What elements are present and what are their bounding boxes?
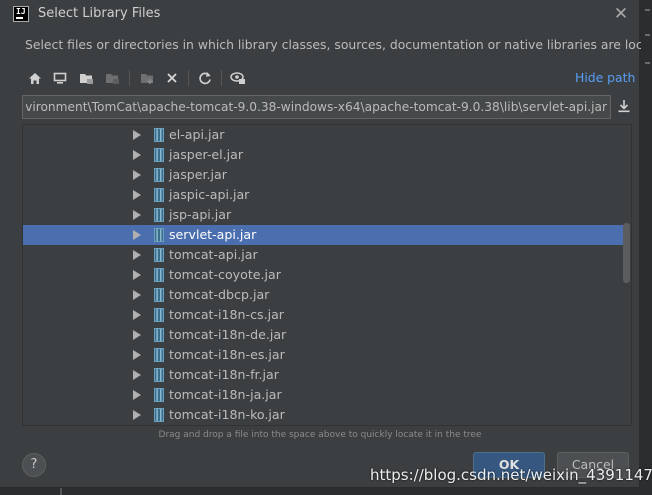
expand-arrow-icon[interactable]	[133, 130, 141, 140]
jar-file-icon	[154, 148, 164, 162]
tree-row-label: tomcat-i18n-ko.jar	[169, 407, 285, 422]
refresh-icon[interactable]	[195, 68, 215, 88]
expand-arrow-icon[interactable]	[133, 290, 141, 300]
expand-arrow-icon[interactable]	[133, 410, 141, 420]
dialog-title: Select Library Files	[38, 6, 161, 21]
tree-row[interactable]: tomcat-coyote.jar	[23, 265, 623, 285]
module-folder-icon[interactable]	[102, 68, 122, 88]
background-window-bottom	[0, 488, 652, 495]
jar-file-icon	[154, 348, 164, 362]
tree-row[interactable]: servlet-api.jar	[23, 225, 623, 245]
desktop-icon[interactable]	[50, 68, 70, 88]
tree-row[interactable]: tomcat-i18n-ja.jar	[23, 385, 623, 405]
select-library-files-dialog: IJ Select Library Files ✕ Select files o…	[0, 0, 652, 488]
toolbar-separator	[221, 70, 222, 86]
expand-arrow-icon[interactable]	[133, 150, 141, 160]
tree-row[interactable]: jaspic-api.jar	[23, 185, 623, 205]
home-icon[interactable]	[25, 68, 45, 88]
expand-arrow-icon[interactable]	[133, 330, 141, 340]
tree-row[interactable]: tomcat-i18n-de.jar	[23, 325, 623, 345]
tree-row-label: jsp-api.jar	[169, 207, 232, 222]
file-tree[interactable]: tomcat-i18n-ko.jar tomcat-i18n-ja.jar tomc…	[22, 124, 632, 426]
expand-arrow-icon[interactable]	[133, 310, 141, 320]
tree-row[interactable]: tomcat-dbcp.jar	[23, 285, 623, 305]
expand-arrow-icon[interactable]	[133, 190, 141, 200]
tree-row-label: tomcat-i18n-de.jar	[169, 327, 287, 342]
jar-file-icon	[154, 388, 164, 402]
jar-file-icon	[154, 408, 164, 422]
jar-file-icon	[154, 188, 164, 202]
tree-row-label: tomcat-i18n-ja.jar	[169, 387, 282, 402]
tree-row-label: tomcat-i18n-fr.jar	[169, 367, 279, 382]
tree-row-label: tomcat-i18n-es.jar	[169, 347, 285, 362]
jar-file-icon	[154, 248, 164, 262]
tree-row[interactable]: tomcat-i18n-fr.jar	[23, 365, 623, 385]
tree-row-label: jaspic-api.jar	[169, 187, 250, 202]
expand-arrow-icon[interactable]	[133, 210, 141, 220]
tree-row-label: tomcat-dbcp.jar	[169, 287, 270, 302]
intellij-app-icon: IJ	[13, 6, 29, 22]
jar-file-icon	[154, 128, 164, 142]
tree-row-label: tomcat-i18n-cs.jar	[169, 307, 284, 322]
project-folder-icon[interactable]	[76, 68, 96, 88]
expand-arrow-icon[interactable]	[133, 350, 141, 360]
jar-file-icon	[154, 328, 164, 342]
jar-file-icon	[154, 268, 164, 282]
tree-row[interactable]: tomcat-api.jar	[23, 245, 623, 265]
new-folder-icon[interactable]	[137, 68, 157, 88]
expand-arrow-icon[interactable]	[133, 170, 141, 180]
jar-file-icon	[154, 368, 164, 382]
tree-row[interactable]: tomcat-i18n-ko.jar	[23, 405, 623, 425]
tree-row[interactable]: jasper.jar	[23, 165, 623, 185]
tree-row-label: tomcat-coyote.jar	[169, 267, 281, 282]
tree-row[interactable]: jsp-api.jar	[23, 205, 623, 225]
tree-row-label: el-api.jar	[169, 127, 225, 142]
jar-file-icon	[154, 228, 164, 242]
tree-row-label: tomcat-api.jar	[169, 247, 258, 262]
tree-row-label: jasper-el.jar	[169, 147, 244, 162]
tree-row-label: servlet-api.jar	[169, 227, 257, 242]
tree-row[interactable]: tomcat-i18n-cs.jar	[23, 305, 623, 325]
delete-icon[interactable]	[162, 68, 182, 88]
title-bar: IJ Select Library Files ✕	[0, 0, 640, 28]
close-icon[interactable]: ✕	[611, 4, 631, 24]
toolbar-separator	[188, 70, 189, 86]
dialog-description: Select files or directories in which lib…	[25, 37, 652, 52]
tree-row[interactable]: jasper-el.jar	[23, 145, 623, 165]
expand-arrow-icon[interactable]	[133, 390, 141, 400]
download-icon[interactable]	[616, 98, 634, 116]
help-button[interactable]: ?	[22, 453, 46, 477]
tree-row[interactable]: el-api.jar	[23, 125, 623, 145]
expand-arrow-icon[interactable]	[133, 270, 141, 280]
hide-path-link[interactable]: Hide path	[575, 70, 635, 85]
jar-file-icon	[154, 168, 164, 182]
background-window-edge	[641, 0, 652, 495]
drag-drop-hint: Drag and drop a file into the space abov…	[158, 430, 482, 440]
expand-arrow-icon[interactable]	[133, 370, 141, 380]
show-hidden-icon[interactable]	[228, 68, 248, 88]
jar-file-icon	[154, 208, 164, 222]
jar-file-icon	[154, 288, 164, 302]
path-input[interactable]	[22, 95, 611, 119]
toolbar-separator	[129, 70, 130, 86]
expand-arrow-icon[interactable]	[133, 250, 141, 260]
file-chooser-toolbar: Hide path	[22, 64, 635, 92]
tree-row-label: jasper.jar	[169, 167, 227, 182]
expand-arrow-icon[interactable]	[133, 230, 141, 240]
watermark-text: https://blog.csdn.net/weixin_43911477	[370, 466, 652, 484]
tree-scrollbar[interactable]	[623, 223, 630, 283]
jar-file-icon	[154, 308, 164, 322]
tree-row[interactable]: tomcat-i18n-es.jar	[23, 345, 623, 365]
path-row	[22, 95, 632, 119]
